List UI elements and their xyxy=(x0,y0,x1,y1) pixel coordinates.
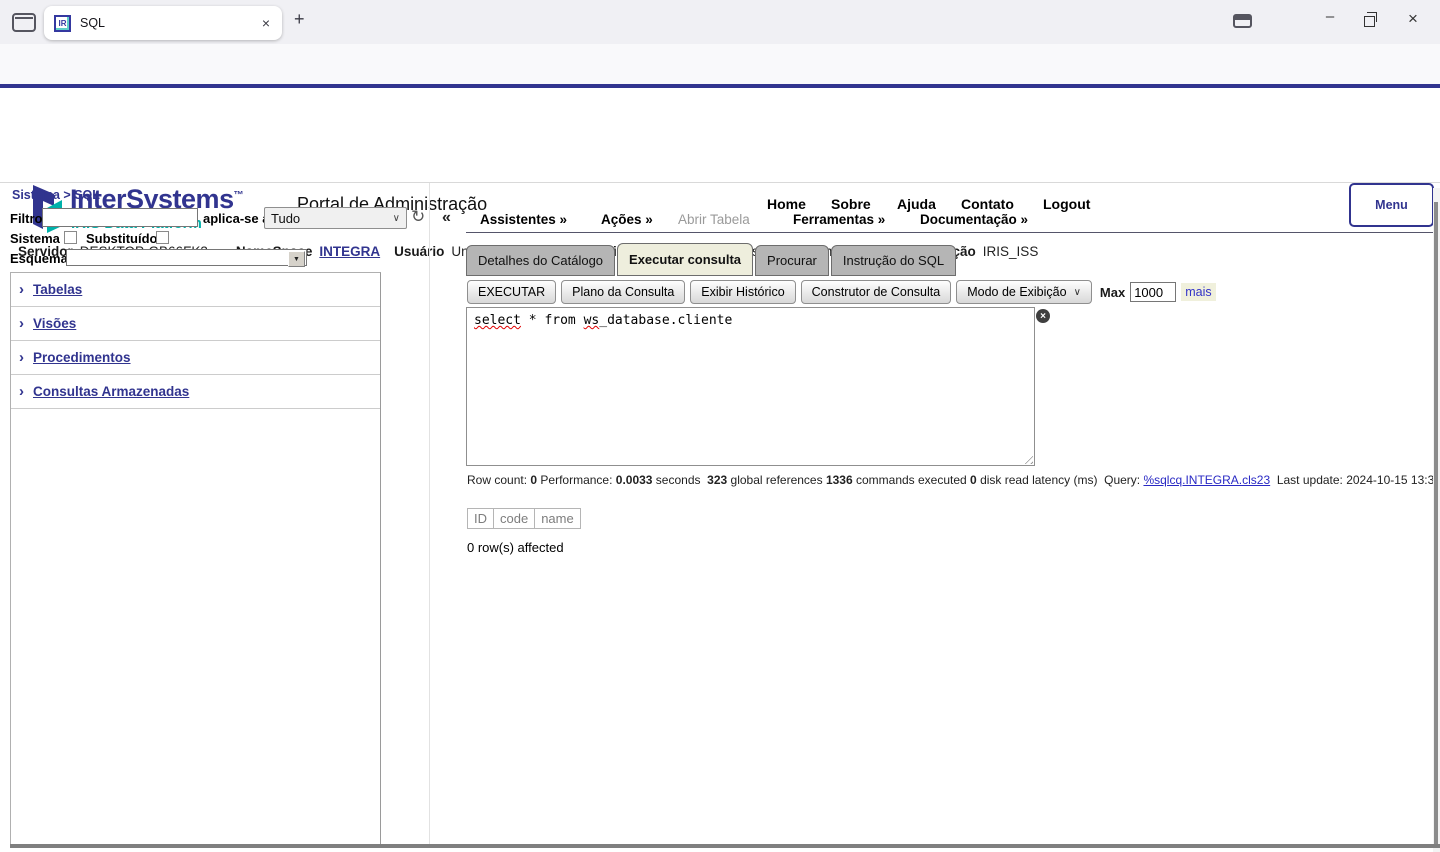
tab-bar: Detalhes do Catálogo Executar consulta P… xyxy=(466,243,958,276)
nav-sobre[interactable]: Sobre xyxy=(831,196,871,212)
tab-instrucao-do-sql[interactable]: Instrução do SQL xyxy=(831,245,956,276)
chevron-right-icon: › xyxy=(19,281,24,298)
breadcrumb: Sistema > SQL xyxy=(12,188,100,202)
max-label: Max xyxy=(1100,285,1125,300)
browser-tab-strip: IR SQL × + – × xyxy=(0,0,1440,44)
firefox-view-icon[interactable] xyxy=(12,13,36,32)
refresh-icon[interactable]: ↻ xyxy=(411,207,425,227)
chevron-right-icon: › xyxy=(19,383,24,400)
esquema-label: Esquema xyxy=(10,251,68,266)
col-code: code xyxy=(494,509,535,529)
tab-close-icon[interactable]: × xyxy=(260,15,272,31)
combo-dropdown-icon[interactable]: ▼ xyxy=(288,251,305,267)
list-tabs-icon[interactable] xyxy=(1233,14,1252,28)
substituido-label: Substituído xyxy=(86,231,158,246)
chevron-down-icon: ∨ xyxy=(393,213,400,224)
sidebar-item-consultas-armazenadas[interactable]: › Consultas Armazenadas xyxy=(11,375,380,409)
breadcrumb-sql: SQL xyxy=(74,188,100,202)
aplica-se-a-label: aplica-se a xyxy=(203,211,270,226)
new-tab-button[interactable]: + xyxy=(294,9,305,30)
scrollbar-thumb[interactable] xyxy=(1434,202,1438,848)
col-name: name xyxy=(535,509,581,529)
catalog-tree: › Tabelas › Visões › Procedimentos › Con… xyxy=(10,272,381,845)
browser-tab-title: SQL xyxy=(80,16,260,30)
usuario-label: Usuário xyxy=(394,244,444,259)
portal-header: InterSystems™ IRIS Data Platform Portal … xyxy=(0,88,1440,183)
menu-button[interactable]: Menu xyxy=(1349,183,1434,227)
table-header-row: ID code name xyxy=(468,509,581,529)
sidebar-item-procedimentos[interactable]: › Procedimentos xyxy=(11,341,380,375)
exibir-historico-button[interactable]: Exibir Histórico xyxy=(690,280,795,304)
esquema-combobox[interactable]: ▼ xyxy=(66,249,307,266)
nav-home[interactable]: Home xyxy=(767,196,806,212)
menu-documentacao[interactable]: Documentação » xyxy=(920,212,1028,227)
resize-grip-icon[interactable] xyxy=(1021,452,1033,464)
collapse-panel-icon[interactable]: « xyxy=(442,209,451,227)
configuracao-value: IRIS_ISS xyxy=(983,244,1039,259)
query-actions: EXECUTAR Plano da Consulta Exibir Histór… xyxy=(467,280,1216,304)
namespace-link[interactable]: INTEGRA xyxy=(319,244,380,259)
panel-divider xyxy=(429,183,430,845)
menu-ferramentas[interactable]: Ferramentas » xyxy=(793,212,885,227)
filtro-label: Filtro xyxy=(10,211,43,226)
results-table: ID code name xyxy=(467,508,581,529)
chevron-right-icon: › xyxy=(19,349,24,366)
tab-detalhes-do-catalogo[interactable]: Detalhes do Catálogo xyxy=(466,245,615,276)
sistema-label: Sistema xyxy=(10,231,60,246)
browser-toolbar: ← → ↻ localhost/iris_iss/csp/sys/exp/%25… xyxy=(0,44,1440,84)
menu-assistentes[interactable]: Assistentes » xyxy=(480,212,567,227)
filtro-input[interactable] xyxy=(42,208,198,227)
menu-abrir-tabela: Abrir Tabela xyxy=(678,212,750,227)
clear-query-icon[interactable]: × xyxy=(1036,309,1050,323)
breadcrumb-sistema[interactable]: Sistema xyxy=(12,188,60,202)
window-close-button[interactable]: × xyxy=(1408,9,1418,29)
mais-link[interactable]: mais xyxy=(1181,283,1215,301)
sql-query-textarea[interactable]: select * from ws_database.cliente xyxy=(466,307,1035,466)
nav-ajuda[interactable]: Ajuda xyxy=(897,196,936,212)
nav-logout[interactable]: Logout xyxy=(1043,196,1090,212)
max-rows-input[interactable] xyxy=(1130,282,1176,302)
tab-procurar[interactable]: Procurar xyxy=(755,245,829,276)
plano-da-consulta-button[interactable]: Plano da Consulta xyxy=(561,280,685,304)
menu-acoes[interactable]: Ações » xyxy=(601,212,653,227)
query-status-line: Row count: 0 Performance: 0.0033 seconds… xyxy=(467,473,1433,487)
menubar-divider xyxy=(466,232,1434,233)
browser-tab[interactable]: IR SQL × xyxy=(44,6,282,40)
screen: IR SQL × + – × ← → ↻ localhost/iris_iss/… xyxy=(0,0,1440,852)
window-minimize-button[interactable]: – xyxy=(1312,8,1348,25)
sidebar-item-tabelas[interactable]: › Tabelas xyxy=(11,273,380,307)
construtor-de-consulta-button[interactable]: Construtor de Consulta xyxy=(801,280,952,304)
site-favicon-icon: IR xyxy=(54,15,71,32)
window-restore-button[interactable] xyxy=(1364,16,1375,27)
substituido-checkbox[interactable] xyxy=(156,231,169,244)
rows-affected-text: 0 row(s) affected xyxy=(467,540,564,555)
sistema-checkbox[interactable] xyxy=(64,231,77,244)
query-class-link[interactable]: %sqlcq.INTEGRA.cls23 xyxy=(1143,473,1270,487)
col-id: ID xyxy=(468,509,494,529)
footer-bar xyxy=(10,844,1440,848)
tab-executar-consulta[interactable]: Executar consulta xyxy=(617,243,753,276)
executar-button[interactable]: EXECUTAR xyxy=(467,280,556,304)
nav-contato[interactable]: Contato xyxy=(961,196,1014,212)
sidebar-item-visoes[interactable]: › Visões xyxy=(11,307,380,341)
modo-de-exibicao-select[interactable]: Modo de Exibição ∨ xyxy=(956,280,1092,304)
chevron-right-icon: › xyxy=(19,315,24,332)
aplica-se-a-select[interactable]: Tudo ∨ xyxy=(264,207,407,229)
chevron-down-icon: ∨ xyxy=(1074,287,1081,298)
